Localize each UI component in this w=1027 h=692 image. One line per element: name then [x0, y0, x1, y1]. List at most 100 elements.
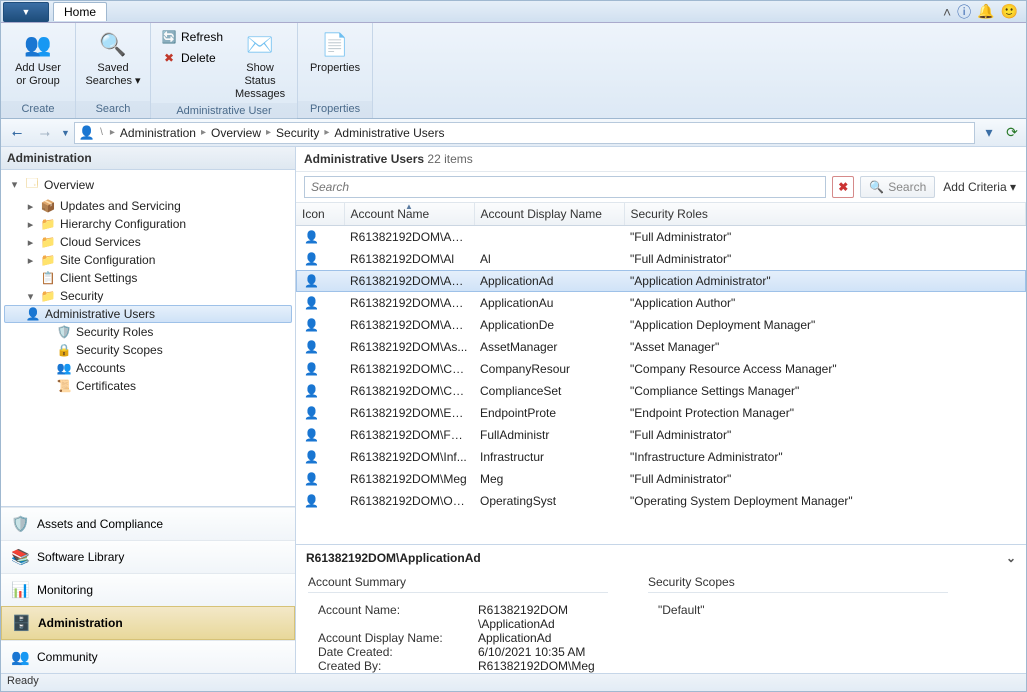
results-grid[interactable]: IconAccount NameAccount Display NameSecu… — [296, 202, 1026, 544]
smile-icon[interactable]: 🙂 — [1001, 3, 1018, 20]
chevron-down-icon: ▼ — [22, 7, 31, 17]
cell-account: R61382192DOM\Meg — [344, 468, 474, 490]
table-row[interactable]: 👤R61382192DOM\Op...OperatingSyst"Operati… — [296, 490, 1026, 512]
cell-role: "Full Administrator" — [624, 468, 1026, 490]
expand-icon[interactable]: ▸ — [25, 218, 36, 231]
bell-icon[interactable]: 🔔 — [977, 3, 994, 20]
add-user-button[interactable]: 👥Add Useror Group — [7, 27, 69, 90]
tree-item-updates-and-servicing[interactable]: ▸📦Updates and Servicing — [1, 197, 295, 215]
refresh-button[interactable]: 🔄Refresh — [157, 27, 227, 47]
wunderbar-assets-and-compliance[interactable]: 🛡️Assets and Compliance — [1, 507, 295, 540]
status-bar: Ready — [1, 673, 1026, 691]
cell-role: "Operating System Deployment Manager" — [624, 490, 1026, 512]
table-row[interactable]: 👤R61382192DOM\Ap...ApplicationDe"Applica… — [296, 314, 1026, 336]
cell-account: R61382192DOM\Ad... — [344, 226, 474, 248]
tree-item-cloud-services[interactable]: ▸📁Cloud Services — [1, 233, 295, 251]
cell-display: ComplianceSet — [474, 380, 624, 402]
breadcrumb-dropdown-icon[interactable]: ▾ — [979, 123, 999, 143]
table-row[interactable]: 👤R61382192DOM\Co...ComplianceSet"Complia… — [296, 380, 1026, 402]
tree-label: Security — [60, 289, 103, 303]
nav-forward-button[interactable]: ⭢ — [33, 122, 57, 144]
cell-display: FullAdministr — [474, 424, 624, 446]
details-account-summary: Account Summary Account Name:R61382192DO… — [308, 575, 608, 673]
tree-icon: 🗔 — [24, 174, 40, 195]
user-icon: 👤 — [296, 226, 344, 248]
cell-role: "Compliance Settings Manager" — [624, 380, 1026, 402]
tree-item-accounts[interactable]: 👥Accounts — [1, 359, 295, 377]
tree-item-security-scopes[interactable]: 🔒Security Scopes — [1, 341, 295, 359]
collapse-ribbon-icon[interactable]: ˄ — [943, 4, 951, 20]
add-criteria-button[interactable]: Add Criteria ▾ — [941, 180, 1018, 194]
ribbon-group: 👥Add Useror GroupCreate — [1, 23, 76, 118]
expand-icon[interactable]: ▸ — [25, 236, 36, 249]
wunderbar-monitoring[interactable]: 📊Monitoring — [1, 573, 295, 606]
table-row[interactable]: 👤R61382192DOM\As...AssetManager"Asset Ma… — [296, 336, 1026, 358]
table-row[interactable]: 👤R61382192DOM\AlAl"Full Administrator" — [296, 248, 1026, 270]
tree-icon: 📋 — [40, 271, 56, 285]
tree-item-client-settings[interactable]: 📋Client Settings — [1, 269, 295, 287]
show-status-button[interactable]: ✉️Show StatusMessages — [229, 27, 291, 103]
table-row[interactable]: 👤R61382192DOM\Ful...FullAdministr"Full A… — [296, 424, 1026, 446]
wunderbar-community[interactable]: 👥Community — [1, 640, 295, 673]
refresh-nav-icon[interactable]: ⟳ — [1002, 123, 1022, 143]
wunderbar-administration[interactable]: 🗄️Administration — [1, 606, 295, 640]
expand-icon[interactable]: ▾ — [25, 290, 36, 303]
user-icon: 👤 — [296, 248, 344, 270]
tree-label: Updates and Servicing — [60, 199, 181, 213]
table-row[interactable]: 👤R61382192DOM\Inf...Infrastructur"Infras… — [296, 446, 1026, 468]
table-row[interactable]: 👤R61382192DOM\Ap...ApplicationAu"Applica… — [296, 292, 1026, 314]
breadcrumb-segment[interactable]: Overview — [211, 126, 261, 140]
ribbon-group-label: Properties — [298, 101, 372, 118]
delete-icon: ✖ — [161, 50, 177, 66]
details-left-heading: Account Summary — [308, 575, 608, 593]
details-title: R61382192DOM\ApplicationAd — [306, 551, 481, 565]
breadcrumb-segment[interactable]: Security — [276, 126, 319, 140]
table-row[interactable]: 👤R61382192DOM\Ap...ApplicationAd"Applica… — [296, 270, 1026, 292]
show-status-icon: ✉️ — [244, 29, 276, 61]
tree-label: Cloud Services — [60, 235, 141, 249]
expand-icon[interactable]: ▸ — [25, 254, 36, 267]
saved-searches-button[interactable]: 🔍SavedSearches ▾ — [82, 27, 144, 90]
clear-search-button[interactable]: ✖ — [832, 176, 854, 198]
column-header[interactable]: Security Roles — [624, 203, 1026, 226]
search-row: ✖ 🔍Search Add Criteria ▾ — [296, 172, 1026, 202]
tree-item-hierarchy-configuration[interactable]: ▸📁Hierarchy Configuration — [1, 215, 295, 233]
tree-item-overview[interactable]: ▾🗔Overview — [1, 172, 295, 197]
cell-account: R61382192DOM\Co... — [344, 358, 474, 380]
nav-dropdown-icon[interactable]: ▼ — [61, 128, 70, 138]
table-row[interactable]: 👤R61382192DOM\Ad..."Full Administrator" — [296, 226, 1026, 248]
wunderbar-software-library[interactable]: 📚Software Library — [1, 540, 295, 573]
column-header[interactable]: Account Display Name — [474, 203, 624, 226]
app-menu-button[interactable]: ▼ — [3, 2, 49, 22]
search-input[interactable] — [304, 176, 826, 198]
column-header[interactable]: Icon — [296, 203, 344, 226]
table-row[interactable]: 👤R61382192DOM\En...EndpointProte"Endpoin… — [296, 402, 1026, 424]
expand-icon[interactable]: ▸ — [25, 200, 36, 213]
table-row[interactable]: 👤R61382192DOM\MegMeg"Full Administrator" — [296, 468, 1026, 490]
breadcrumb-segment[interactable]: Administration — [120, 126, 196, 140]
breadcrumb-segment[interactable]: Administrative Users — [334, 126, 444, 140]
properties-button[interactable]: 📄Properties — [304, 27, 366, 77]
tree-item-administrative-users[interactable]: 👤Administrative Users — [4, 305, 292, 323]
tree-item-security[interactable]: ▾📁Security — [1, 287, 295, 305]
tree-item-security-roles[interactable]: 🛡️Security Roles — [1, 323, 295, 341]
table-row[interactable]: 👤R61382192DOM\Co...CompanyResour"Company… — [296, 358, 1026, 380]
user-icon: 👤 — [296, 314, 344, 336]
cell-account: R61382192DOM\Op... — [344, 490, 474, 512]
help-icon[interactable]: ⓘ — [957, 2, 971, 22]
tree-item-site-configuration[interactable]: ▸📁Site Configuration — [1, 251, 295, 269]
tree-item-certificates[interactable]: 📜Certificates — [1, 377, 295, 395]
detail-key: Date Created: — [308, 645, 478, 659]
nav-back-button[interactable]: ⭠ — [5, 122, 29, 144]
expand-icon[interactable]: ▾ — [9, 178, 20, 191]
delete-button[interactable]: ✖Delete — [157, 48, 227, 68]
tree-icon: 👤 — [25, 307, 41, 321]
column-header[interactable]: Account Name — [344, 203, 474, 226]
breadcrumb[interactable]: 👤 \ ▸ Administration▸Overview▸Security▸A… — [74, 122, 975, 144]
cell-display: Al — [474, 248, 624, 270]
user-icon: 👤 — [296, 336, 344, 358]
search-button[interactable]: 🔍Search — [860, 176, 935, 198]
ribbon-tab-home[interactable]: Home — [53, 2, 107, 21]
details-collapse-icon[interactable]: ⌄ — [1006, 551, 1016, 565]
wunderbar-label: Software Library — [37, 550, 124, 564]
